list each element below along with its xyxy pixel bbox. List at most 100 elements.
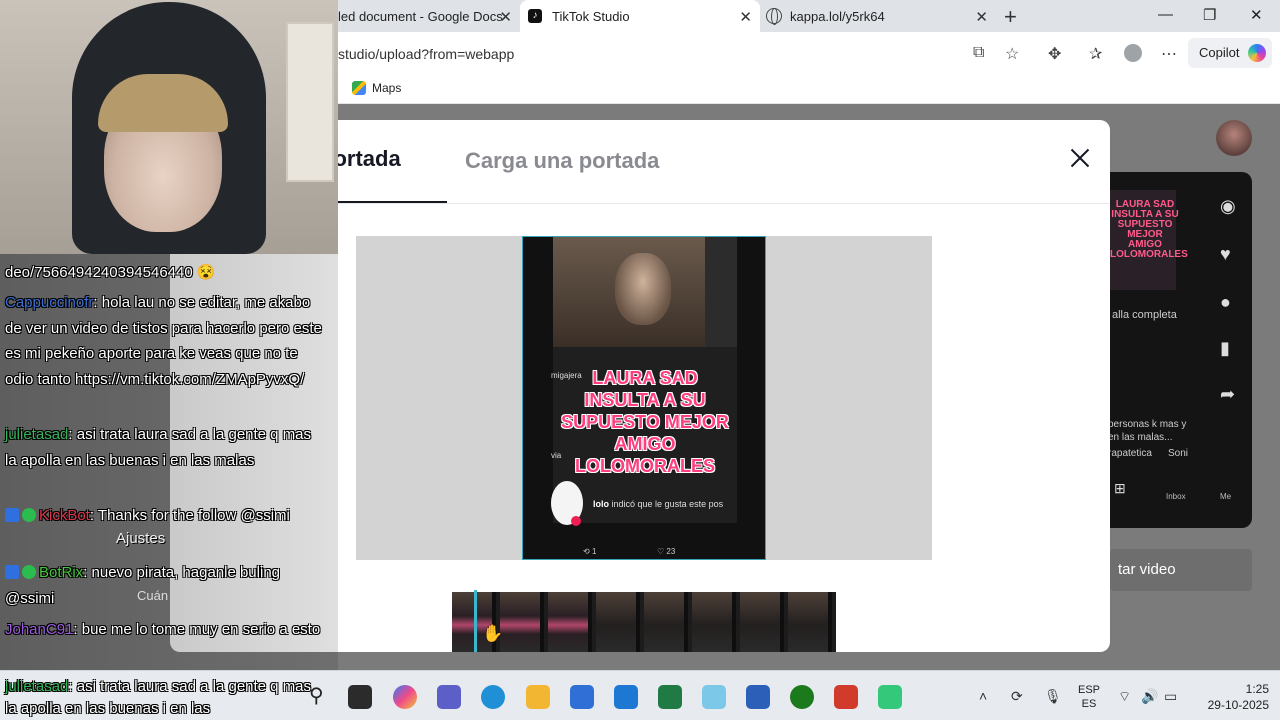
tab-tiktok-studio[interactable]: ♪ TikTok Studio ✕ (520, 0, 760, 32)
more-options-icon[interactable]: ⋯ (1161, 44, 1177, 64)
obs-app-icon[interactable] (878, 685, 902, 709)
chat-message-overflow: julietasad: asi trata laura sad a la gen… (5, 676, 325, 720)
filmstrip-thumbnail[interactable] (788, 592, 832, 652)
comment-icon: ● (1220, 292, 1231, 312)
webcam-background-door (286, 22, 334, 182)
clock-time: 1:25 (1245, 682, 1269, 696)
task-view-icon[interactable] (348, 685, 372, 709)
verified-badge-icon (22, 565, 36, 579)
edge-icon[interactable] (481, 685, 505, 709)
background-settings-label: Ajustes (116, 530, 166, 547)
mobile-preview-music-2: Soni (1168, 448, 1189, 459)
chat-username: JohanC91 (5, 621, 74, 638)
post-video-button[interactable]: tar video (1110, 549, 1252, 591)
xbox-icon[interactable] (790, 685, 814, 709)
chat-username: julietasad (5, 426, 69, 443)
chat-message: julietasad: asi trata laura sad a la gen… (5, 422, 325, 473)
excel-icon[interactable] (658, 685, 682, 709)
globe-icon (766, 8, 782, 25)
account-avatar[interactable] (1216, 120, 1252, 156)
favorites-icon[interactable]: ✰ (1089, 44, 1102, 64)
favorite-label: Maps (372, 81, 402, 95)
moderator-badge-icon (5, 565, 19, 579)
clock-date: 29-10-2025 (1207, 698, 1269, 712)
mobile-preview-nav: ⊞ Inbox Me (1110, 476, 1240, 506)
copilot-logo-icon (1248, 44, 1266, 62)
frame-filmstrip[interactable] (452, 590, 836, 652)
frame-comment-user: lolo (593, 499, 609, 509)
close-tab-icon[interactable]: ✕ (499, 8, 512, 26)
volume-icon[interactable]: 🔊 (1141, 688, 1158, 705)
filmstrip-thumbnail[interactable] (644, 592, 688, 652)
file-explorer-icon[interactable] (526, 685, 550, 709)
filmstrip-thumbnail[interactable] (596, 592, 640, 652)
frame-side-text: migajera (551, 371, 582, 380)
moderator-badge-icon (5, 508, 19, 522)
bookmark-icon: ▮ (1220, 338, 1230, 358)
frame-slider-handle[interactable] (474, 590, 477, 652)
repost-icon: ⟲ (583, 547, 590, 556)
favorite-maps[interactable]: Maps (352, 81, 401, 95)
chat-message: deo/7566494240394546440 😵 (5, 260, 325, 286)
filmstrip-thumbnail[interactable] (740, 592, 784, 652)
heart-icon: ♥ (1220, 244, 1231, 264)
close-icon[interactable] (1066, 144, 1094, 172)
mobile-preview-more: alla completa (1112, 309, 1177, 321)
like-count: 23 (666, 547, 676, 556)
chat-username: KickBot (39, 507, 90, 524)
language-line-2: ES (1081, 698, 1097, 710)
chat-username: BotRix (39, 564, 84, 581)
verified-badge-icon (22, 508, 36, 522)
open-in-app-icon[interactable]: ⧉ (973, 44, 984, 62)
favorite-star-icon[interactable]: ☆ (1005, 44, 1019, 64)
clock[interactable]: 1:25 29-10-2025 (1207, 681, 1269, 713)
close-tab-icon[interactable]: ✕ (739, 8, 752, 26)
url-field[interactable]: studio/upload?from=webapp (338, 46, 514, 62)
profile-avatar[interactable] (1124, 44, 1142, 62)
minimize-icon[interactable]: — (1158, 6, 1173, 23)
restore-icon[interactable]: ❐ (1203, 6, 1216, 24)
sync-icon[interactable]: ⟳ (1011, 688, 1023, 705)
chat-message: BotRix: nuevo pirata, haganle buling @ss… (5, 560, 325, 611)
mobile-preview-title: LAURA SAD INSULTA A SU SUPUESTO MEJOR AM… (1110, 199, 1188, 260)
powerpoint-icon[interactable] (834, 685, 858, 709)
language-indicator[interactable]: ESP ES (1078, 683, 1100, 711)
copilot-button[interactable]: Copilot (1188, 38, 1272, 68)
tab-upload-cover[interactable]: Carga una portada (465, 148, 659, 174)
creator-avatar-icon: ◉ (1220, 196, 1236, 216)
heart-outline-icon: ♡ (657, 547, 665, 556)
close-tab-icon[interactable]: ✕ (975, 8, 988, 26)
frame-face (615, 253, 671, 325)
mobile-preview-music: rapatetica (1108, 448, 1152, 459)
tab-title: led document - Google Docs (338, 8, 503, 24)
chat-message: KickBot: Thanks for the follow @ssimi (5, 503, 325, 529)
tiktok-logo-icon: ♪ (528, 9, 542, 23)
frame-sidebar (705, 237, 737, 347)
store-icon[interactable] (570, 685, 594, 709)
close-window-icon[interactable]: ✕ (1250, 6, 1263, 24)
word-icon[interactable] (746, 685, 770, 709)
repost-count: 1 (591, 547, 597, 556)
wifi-icon[interactable]: ⌔ (1118, 688, 1131, 706)
nav-me-label: Me (1220, 492, 1232, 501)
filmstrip-thumbnail[interactable] (548, 592, 592, 652)
mail-icon[interactable] (614, 685, 638, 709)
filmstrip-thumbnail[interactable] (692, 592, 736, 652)
extensions-icon[interactable]: ✥ (1048, 44, 1061, 64)
maps-icon (352, 81, 366, 95)
microphone-icon[interactable]: 🎙 (1044, 688, 1062, 705)
frame-reposts: ⟲ 1 (583, 547, 596, 556)
copilot-app-icon[interactable] (393, 685, 417, 709)
frame-overlay-title: LAURA SAD INSULTA A SU SUPUESTO MEJOR AM… (561, 368, 729, 476)
new-tab-icon[interactable]: + (1004, 4, 1017, 30)
tab-kappa[interactable]: kappa.lol/y5rk64 ✕ (760, 0, 996, 32)
teams-icon[interactable] (437, 685, 461, 709)
filmstrip-thumbnail[interactable] (500, 592, 544, 652)
selected-video-frame[interactable]: LAURA SAD INSULTA A SU SUPUESTO MEJOR AM… (522, 236, 766, 560)
chevron-up-icon[interactable]: ˄ (979, 688, 987, 704)
nav-inbox-label: Inbox (1166, 492, 1186, 501)
battery-icon[interactable]: ▭ (1164, 688, 1177, 705)
tab-google-docs[interactable]: led document - Google Docs ✕ (330, 0, 520, 32)
tab-title: TikTok Studio (552, 8, 630, 24)
quick-assist-icon[interactable] (702, 685, 726, 709)
